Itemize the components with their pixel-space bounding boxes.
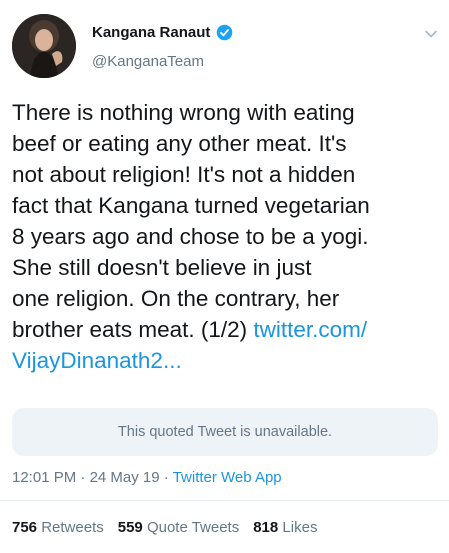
likes-stat[interactable]: 818 Likes	[253, 519, 317, 536]
quoted-tweet-message: This quoted Tweet is unavailable.	[117, 424, 333, 440]
avatar-image	[12, 14, 76, 78]
tweet-line: one religion. On the contrary, her	[12, 286, 340, 311]
tweet-line-text: brother eats meat. (1/2)	[12, 317, 254, 342]
verified-badge-icon	[217, 24, 233, 41]
retweets-count: 756	[12, 519, 38, 536]
meta-separator: ·	[80, 469, 86, 486]
tweet-line: fact that Kangana turned vegetarian	[12, 193, 370, 218]
tweet-link[interactable]: twitter.com/	[253, 317, 367, 342]
tweet-line: 8 years ago and chose to be a yogi.	[12, 224, 369, 249]
user-handle[interactable]: @KanganaTeam	[92, 53, 204, 70]
tweet-date[interactable]: 24 May 19	[90, 469, 160, 486]
tweet-line: brother eats meat. (1/2) twitter.com/	[12, 314, 442, 345]
tweet-stats: 756 Retweets 559 Quote Tweets 818 Likes	[12, 519, 317, 536]
likes-label: Likes	[282, 519, 318, 536]
likes-count: 818	[253, 519, 279, 536]
tweet-line: She still doesn't believe in just	[12, 255, 312, 280]
display-name-text: Kangana Ranaut	[92, 24, 211, 41]
tweet-line: There is nothing wrong with eating	[12, 100, 355, 125]
quoted-tweet-unavailable: This quoted Tweet is unavailable.	[12, 408, 438, 456]
tweet-line: beef or eating any other meat. It's	[12, 131, 347, 156]
quote-tweets-label: Quote Tweets	[146, 519, 240, 536]
chevron-down-icon[interactable]	[423, 26, 439, 42]
tweet-link-continued[interactable]: VijayDinanath2...	[12, 345, 442, 376]
tweet-meta: 12:01 PM · 24 May 19 · Twitter Web App	[12, 469, 282, 486]
display-name[interactable]: Kangana Ranaut	[92, 24, 233, 41]
tweet-source-app[interactable]: Twitter Web App	[173, 469, 282, 486]
quote-tweets-count: 559	[117, 519, 143, 536]
tweet-time[interactable]: 12:01 PM	[12, 469, 76, 486]
retweets-label: Retweets	[41, 519, 104, 536]
tweet-line: not about religion! It's not a hidden	[12, 162, 356, 187]
quote-tweets-stat[interactable]: 559 Quote Tweets	[118, 519, 239, 536]
divider	[0, 500, 449, 501]
retweets-stat[interactable]: 756 Retweets	[12, 519, 104, 536]
tweet-text: There is nothing wrong with eating beef …	[12, 97, 442, 376]
tweet-card: Kangana Ranaut @KanganaTeam There is not…	[0, 0, 449, 553]
avatar[interactable]	[12, 14, 76, 78]
meta-separator: ·	[163, 469, 169, 486]
